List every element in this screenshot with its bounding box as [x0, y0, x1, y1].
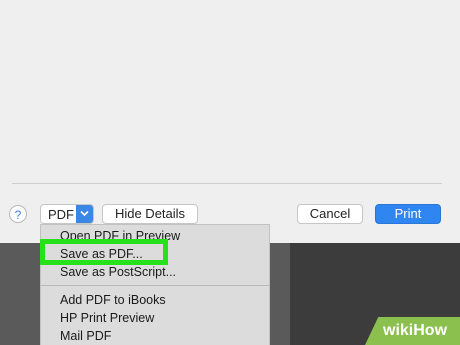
menu-item-mail-pdf[interactable]: Mail PDF: [60, 329, 111, 343]
wikihow-watermark: wikiHow: [365, 317, 460, 345]
help-icon: ?: [14, 208, 22, 222]
watermark-text: wikiHow: [383, 322, 448, 339]
print-dialog: ? PDF Hide Details Cancel Print: [0, 0, 460, 243]
help-button[interactable]: ?: [9, 205, 27, 223]
save-as-pdf-highlight-box: [40, 239, 168, 265]
cancel-button[interactable]: Cancel: [297, 204, 363, 224]
chevron-down-icon[interactable]: [76, 205, 93, 223]
menu-item-save-as-postscript[interactable]: Save as PostScript...: [60, 265, 176, 279]
dialog-divider: [12, 183, 442, 184]
pdf-button-label: PDF: [48, 207, 74, 222]
menu-item-add-pdf-to-ibooks[interactable]: Add PDF to iBooks: [60, 293, 166, 307]
pdf-menu-button[interactable]: PDF: [40, 204, 94, 224]
hide-details-button[interactable]: Hide Details: [102, 204, 198, 224]
menu-item-hp-print-preview[interactable]: HP Print Preview: [60, 311, 154, 325]
menu-separator: [41, 285, 269, 286]
print-button[interactable]: Print: [375, 204, 441, 224]
